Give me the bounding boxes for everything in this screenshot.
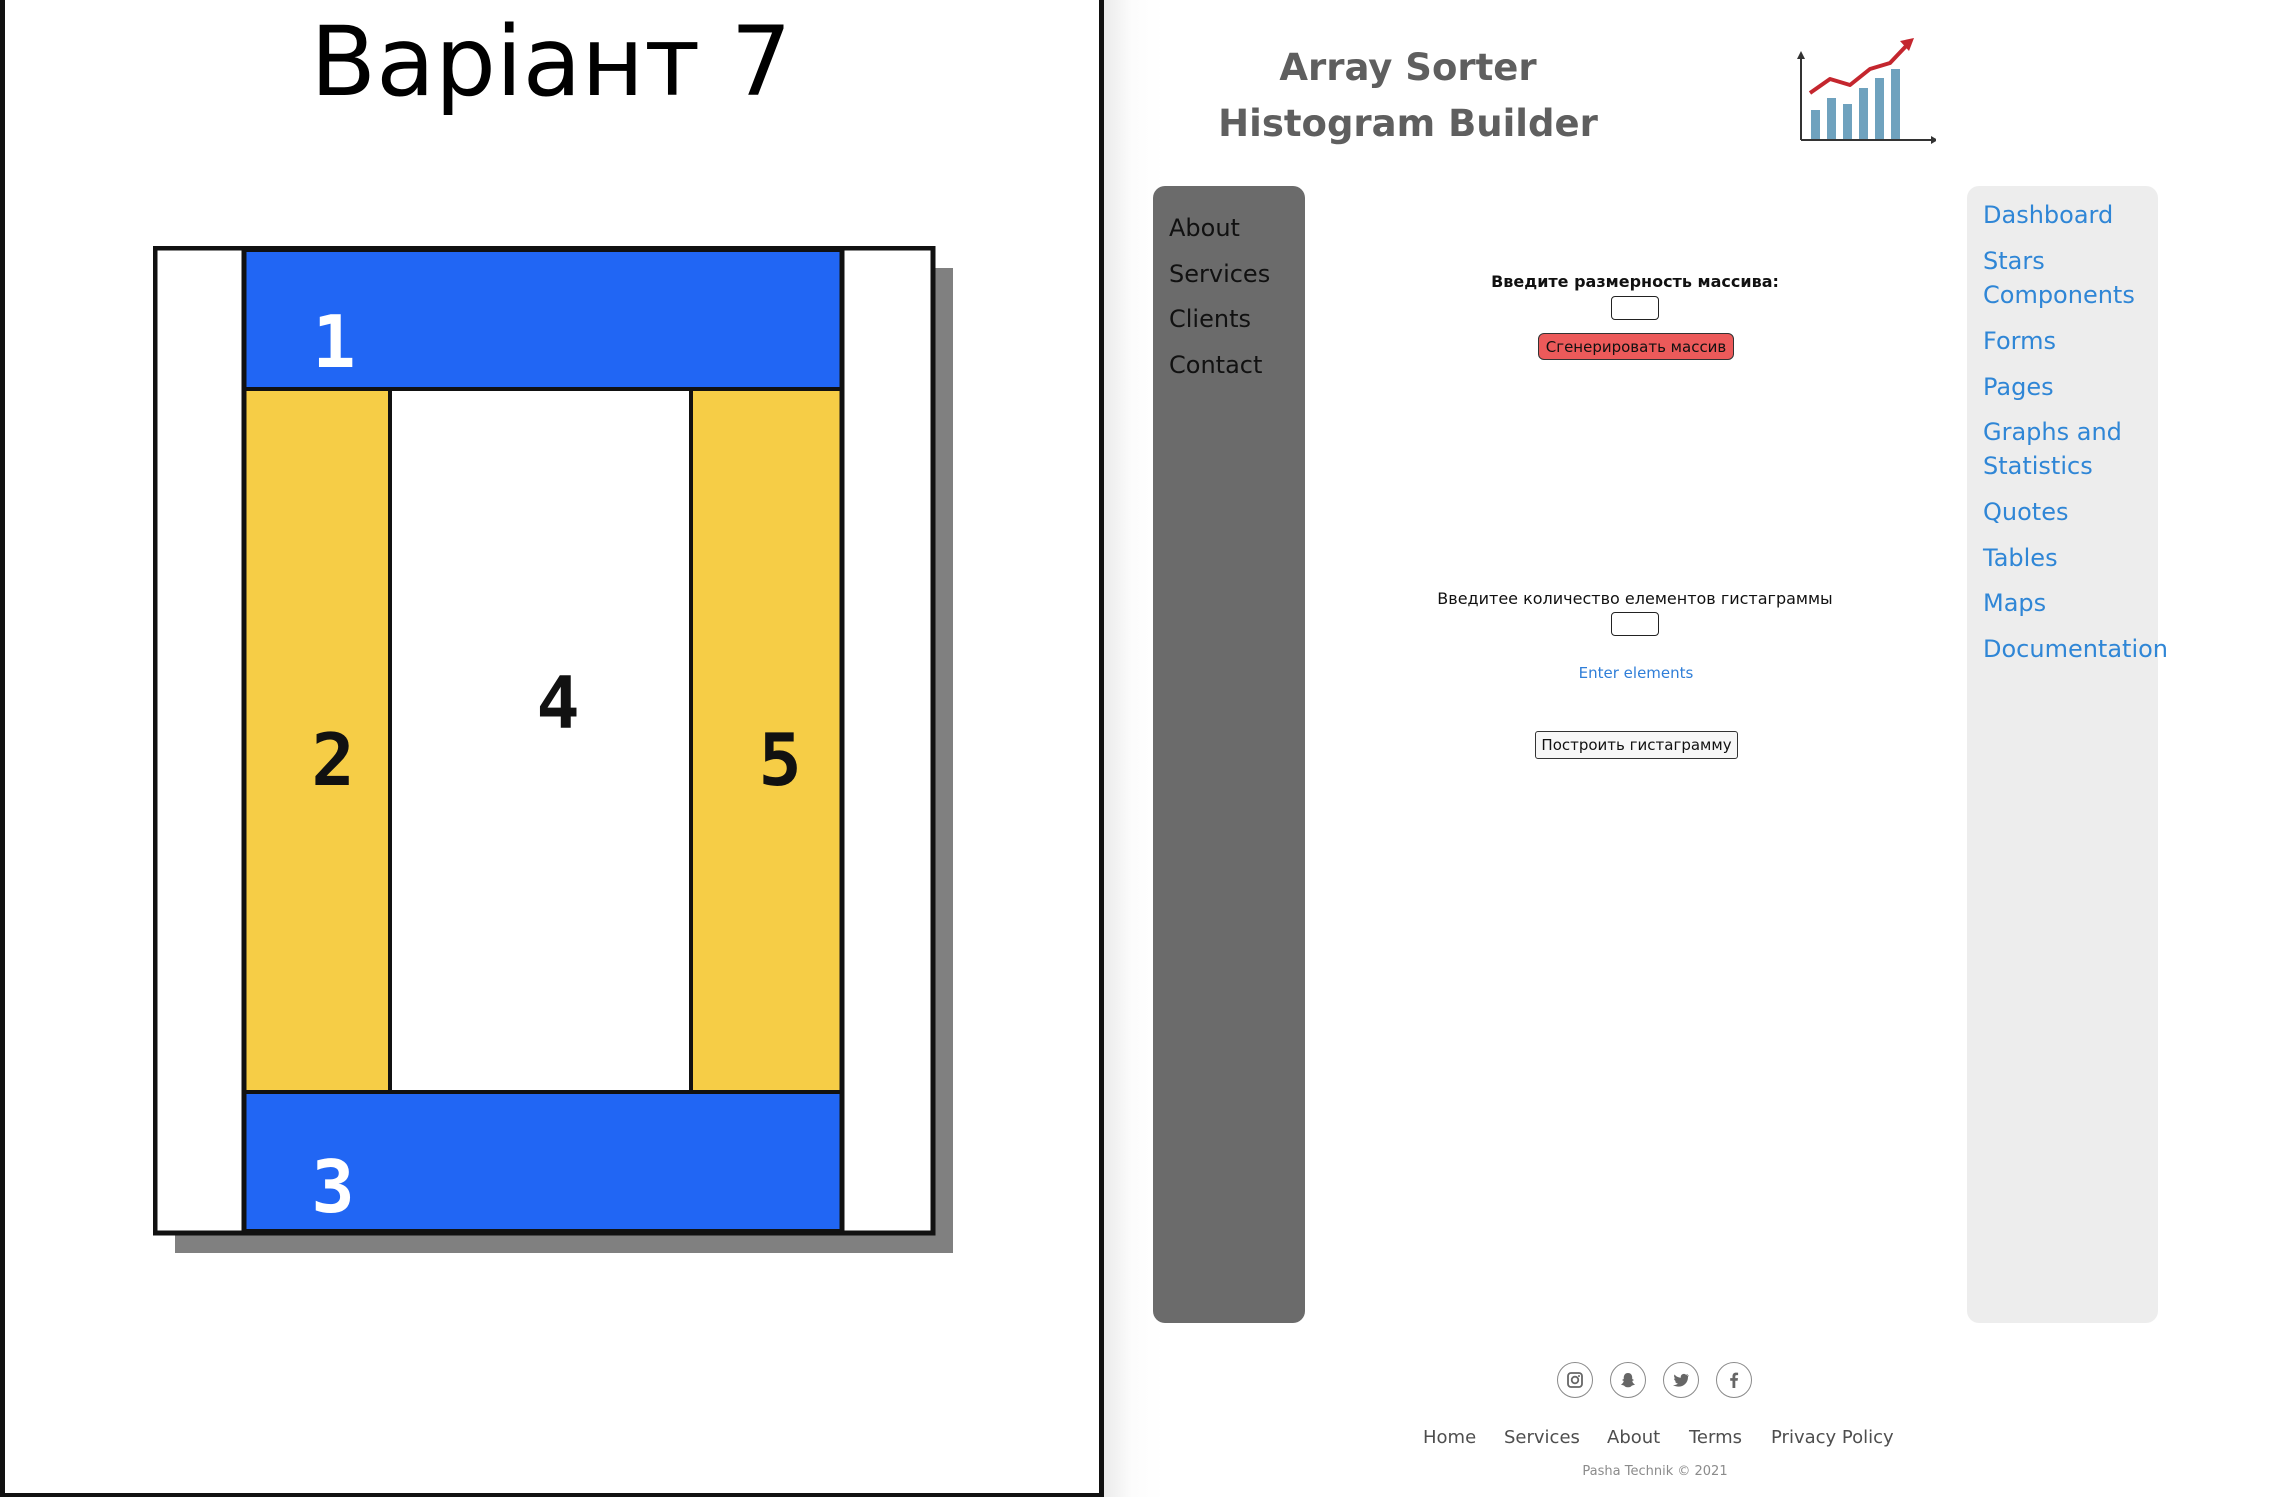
sidebar-link-tables[interactable]: Tables <box>1983 541 2163 575</box>
left-sidebar: About Services Clients Contact <box>1153 186 1305 1323</box>
app-subtitle: Histogram Builder <box>1218 102 1598 145</box>
nav-item-contact[interactable]: Contact <box>1169 351 1262 379</box>
variant-title: Варіант 7 <box>310 6 792 118</box>
array-size-label: Введите размерность массива: <box>1491 272 1779 291</box>
sidebar-link-graphs-and-statistics[interactable]: Graphs and Statistics <box>1983 415 2163 483</box>
snapchat-button[interactable] <box>1610 1362 1646 1398</box>
block-2-number: 2 <box>311 718 354 802</box>
twitter-button[interactable] <box>1663 1362 1699 1398</box>
sidebar-link-maps[interactable]: Maps <box>1983 586 2163 620</box>
app-title: Array Sorter <box>1279 46 1537 89</box>
block-5-number: 5 <box>758 718 801 802</box>
sidebar-link-dashboard[interactable]: Dashboard <box>1983 198 2163 232</box>
instagram-button[interactable] <box>1557 1362 1593 1398</box>
right-sidebar: Dashboard Stars Components Forms Pages G… <box>1967 186 2168 1323</box>
block-4-number: 4 <box>536 661 579 745</box>
enter-elements-link[interactable]: Enter elements <box>1549 664 1723 682</box>
instagram-icon <box>1567 1372 1583 1388</box>
snapchat-icon <box>1621 1373 1635 1388</box>
generate-array-button[interactable]: Сгенерировать массив <box>1538 333 1734 360</box>
layout-diagram: 1 2 4 5 3 <box>153 246 953 1253</box>
build-histogram-button[interactable]: Построить гистаграмму <box>1535 731 1738 759</box>
array-size-input[interactable] <box>1611 296 1659 320</box>
sidebar-link-stars-components[interactable]: Stars Components <box>1983 244 2163 312</box>
nav-item-services[interactable]: Services <box>1169 260 1270 288</box>
copyright: Pasha Technik © 2021 <box>1582 1464 1728 1479</box>
facebook-icon <box>1730 1372 1739 1388</box>
sidebar-link-pages[interactable]: Pages <box>1983 370 2163 404</box>
block-1-number: 1 <box>312 300 355 384</box>
footer-link-privacy-policy[interactable]: Privacy Policy <box>1771 1427 1894 1448</box>
histogram-count-label: Введитее количество елементов гистаграмм… <box>1437 589 1833 608</box>
histogram-count-input[interactable] <box>1611 612 1659 636</box>
nav-item-clients[interactable]: Clients <box>1169 305 1251 333</box>
chart-growth-icon <box>1797 38 1936 144</box>
sidebar-link-quotes[interactable]: Quotes <box>1983 495 2163 529</box>
facebook-button[interactable] <box>1716 1362 1752 1398</box>
footer-link-services[interactable]: Services <box>1504 1427 1580 1448</box>
footer-link-about[interactable]: About <box>1607 1427 1660 1448</box>
sidebar-link-documentation[interactable]: Documentation <box>1983 632 2168 666</box>
sidebar-link-forms[interactable]: Forms <box>1983 324 2163 358</box>
block-3-number: 3 <box>311 1145 354 1229</box>
footer-link-terms[interactable]: Terms <box>1689 1427 1742 1448</box>
nav-item-about[interactable]: About <box>1169 214 1240 242</box>
twitter-icon <box>1673 1373 1689 1387</box>
footer-link-home[interactable]: Home <box>1423 1427 1476 1448</box>
